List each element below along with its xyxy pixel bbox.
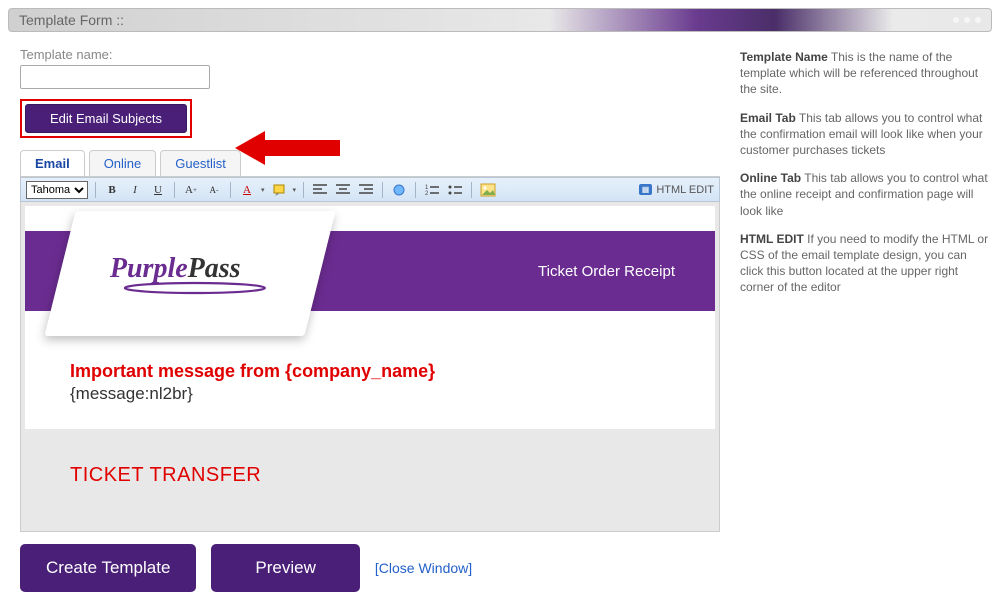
image-icon[interactable]	[479, 181, 497, 199]
help-online-tab-title: Online Tab	[740, 171, 801, 185]
important-message-line: Important message from {company_name}	[70, 361, 670, 382]
window-dots	[953, 17, 981, 23]
font-decrease-icon[interactable]: A-	[205, 181, 223, 199]
logo-card: PurplePass	[44, 211, 335, 336]
template-name-label: Template name:	[20, 47, 720, 62]
edit-email-subjects-button[interactable]: Edit Email Subjects	[25, 104, 187, 133]
highlight-icon[interactable]	[270, 181, 288, 199]
message-token-line: {message:nl2br}	[70, 384, 670, 404]
logo-text-pass: Pass	[188, 253, 241, 284]
help-email-tab-title: Email Tab	[740, 111, 796, 125]
italic-icon[interactable]: I	[126, 181, 144, 199]
tab-email[interactable]: Email	[20, 150, 85, 176]
tab-guestlist[interactable]: Guestlist	[160, 150, 241, 176]
create-template-button[interactable]: Create Template	[20, 544, 196, 592]
ordered-list-icon[interactable]: 12	[423, 181, 441, 199]
window-title-bar: Template Form ::	[8, 8, 992, 32]
close-window-link[interactable]: [Close Window]	[375, 560, 472, 576]
font-color-icon[interactable]: A	[238, 181, 256, 199]
help-template-name-title: Template Name	[740, 50, 828, 64]
font-increase-icon[interactable]: A+	[182, 181, 200, 199]
tab-bar: Email Online Guestlist	[20, 150, 720, 177]
align-left-icon[interactable]	[311, 181, 329, 199]
tab-online[interactable]: Online	[89, 150, 157, 176]
align-right-icon[interactable]	[357, 181, 375, 199]
font-family-select[interactable]: Tahoma	[26, 181, 88, 199]
editor-content-area[interactable]: Ticket Order Receipt PurplePass Importan…	[20, 202, 720, 532]
underline-icon[interactable]: U	[149, 181, 167, 199]
template-name-input[interactable]	[20, 65, 210, 89]
help-html-edit-title: HTML EDIT	[740, 232, 804, 246]
align-center-icon[interactable]	[334, 181, 352, 199]
window-title: Template Form ::	[19, 12, 124, 28]
edit-subjects-highlight: Edit Email Subjects	[20, 99, 192, 138]
help-panel: Template Name This is the name of the te…	[740, 47, 992, 592]
ticket-transfer-heading: TICKET TRANSFER	[70, 464, 670, 487]
html-edit-button[interactable]: ▦ HTML EDIT	[639, 184, 714, 196]
preview-button[interactable]: Preview	[211, 544, 359, 592]
link-icon[interactable]	[390, 181, 408, 199]
bold-icon[interactable]: B	[103, 181, 121, 199]
editor-toolbar: Tahoma B I U A+ A- A ▾ ▾	[20, 177, 720, 202]
receipt-title: Ticket Order Receipt	[538, 263, 675, 280]
unordered-list-icon[interactable]	[446, 181, 464, 199]
svg-text:2: 2	[425, 191, 429, 196]
logo-text-purple: Purple	[110, 253, 188, 284]
html-badge-icon: ▦	[639, 184, 653, 195]
